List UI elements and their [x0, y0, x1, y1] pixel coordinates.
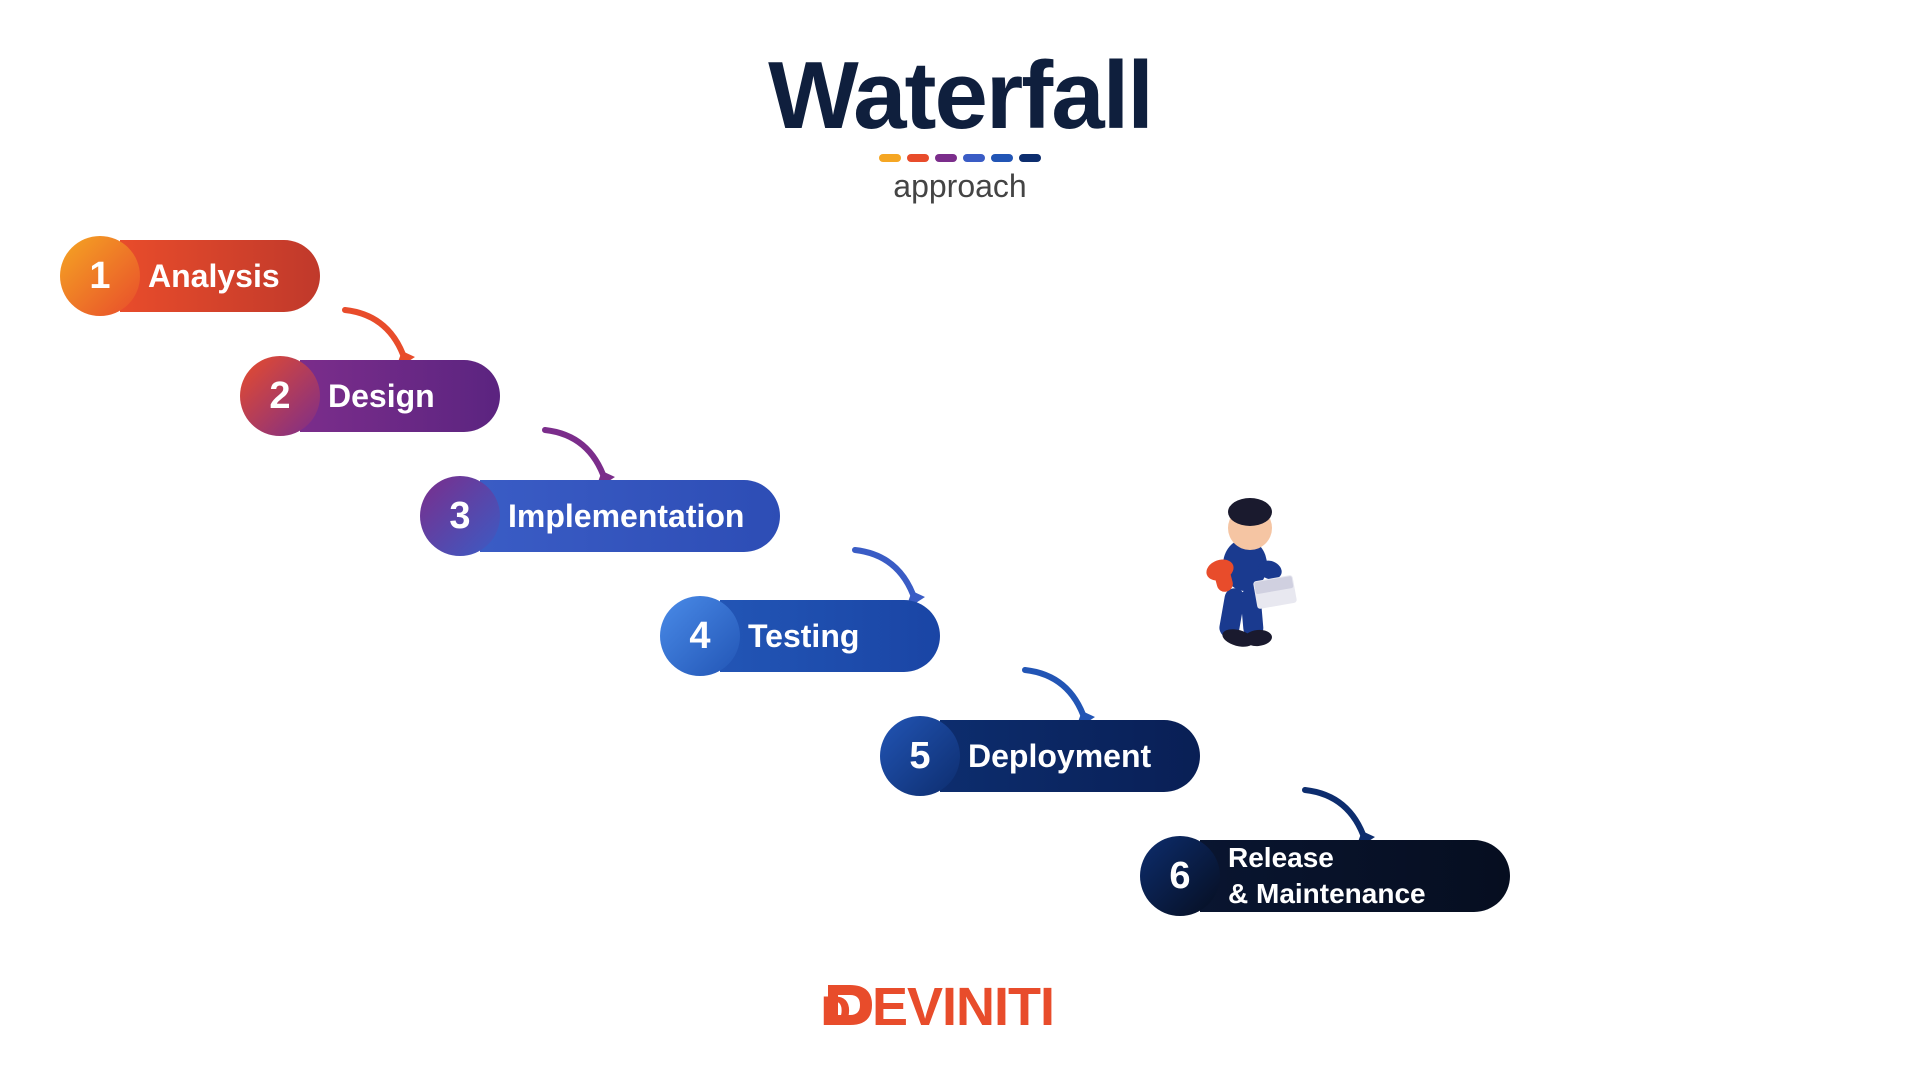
step-label-5: Deployment	[940, 720, 1200, 792]
step-row-2: 2 Design	[240, 360, 500, 432]
step-circle-1: 1	[60, 236, 140, 316]
step-row-6: 6 Release& Maintenance	[1140, 840, 1510, 912]
step-pill-5: 5 Deployment	[880, 720, 1200, 792]
step-circle-4: 4	[660, 596, 740, 676]
step-row-5: 5 Deployment	[880, 720, 1200, 792]
step-pill-1: 1 Analysis	[60, 240, 320, 312]
step-row-4: 4 Testing	[660, 600, 940, 672]
svg-text:EVINITI: EVINITI	[872, 977, 1054, 1037]
step-label-3: Implementation	[480, 480, 780, 552]
step-label-4: Testing	[720, 600, 940, 672]
dec-dot-5	[991, 154, 1013, 162]
step-pill-2: 2 Design	[240, 360, 500, 432]
step-row-3: 3 Implementation	[420, 480, 780, 552]
dec-dot-3	[935, 154, 957, 162]
step-label-6: Release& Maintenance	[1200, 840, 1510, 912]
step-label-2: Design	[300, 360, 500, 432]
logo-area: ᴅ EVINITI	[820, 970, 1100, 1040]
logo-svg: ᴅ EVINITI	[820, 970, 1100, 1040]
dec-dot-1	[879, 154, 901, 162]
step-circle-3: 3	[420, 476, 500, 556]
step-pill-6: 6 Release& Maintenance	[1140, 840, 1510, 912]
title-waterfall: Waterfall	[0, 48, 1920, 144]
step-pill-3: 3 Implementation	[420, 480, 780, 552]
step-circle-5: 5	[880, 716, 960, 796]
dec-dot-2	[907, 154, 929, 162]
dec-dot-6	[1019, 154, 1041, 162]
title-decoration	[0, 154, 1920, 162]
step-pill-4: 4 Testing	[660, 600, 940, 672]
step6-label-text: Release& Maintenance	[1228, 840, 1426, 913]
step-circle-2: 2	[240, 356, 320, 436]
step-row-1: 1 Analysis	[60, 240, 320, 312]
title-area: Waterfall approach	[0, 0, 1920, 205]
person-illustration	[1150, 490, 1330, 710]
step-circle-6: 6	[1140, 836, 1220, 916]
step-label-1: Analysis	[120, 240, 320, 312]
dec-dot-4	[963, 154, 985, 162]
title-approach: approach	[0, 168, 1920, 205]
